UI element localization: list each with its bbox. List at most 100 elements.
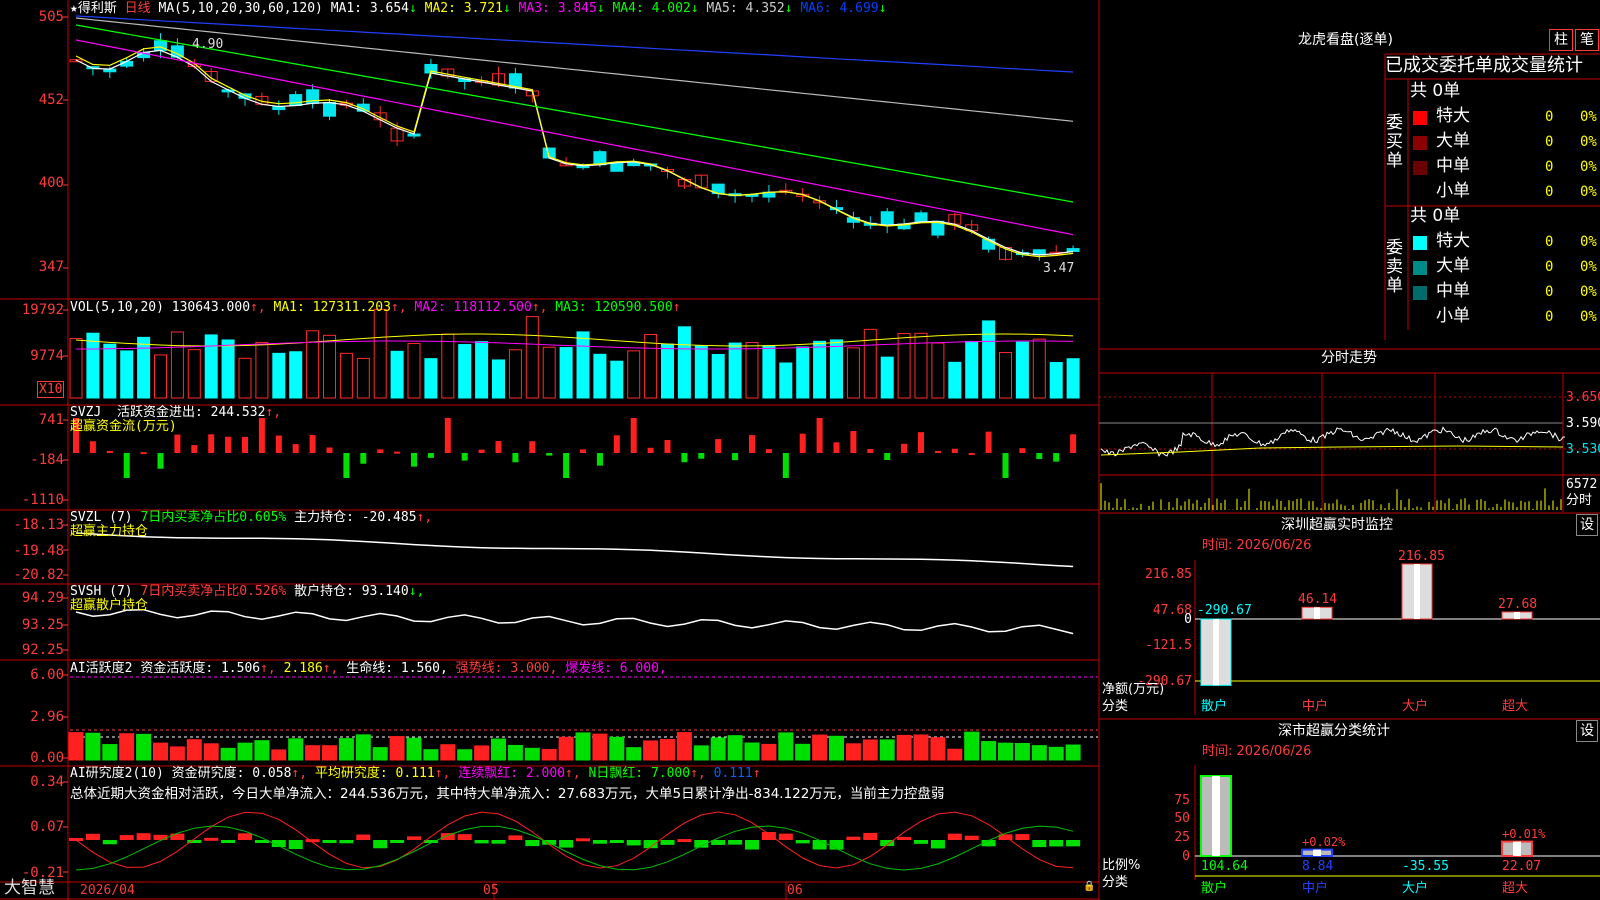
- sz-value-label: 27.68: [1498, 596, 1538, 612]
- sz-category: 大户: [1402, 699, 1429, 714]
- kline-ytick: 505: [38, 9, 64, 25]
- sz-ytick: 0: [1184, 612, 1192, 627]
- lock-icon[interactable]: 🔒: [1083, 882, 1095, 892]
- orderbook-row-pct: 0%: [1580, 259, 1597, 275]
- sz-category: 散户: [1201, 699, 1228, 714]
- ai1-header: AI活跃度2 资金活跃度: 1.506↑, 2.186↑, 生命线: 1.560…: [70, 661, 667, 676]
- st-value-label: 22.07: [1502, 859, 1542, 874]
- sz-value-label: 216.85: [1398, 549, 1445, 564]
- ai2-header: AI研究度2(10) 资金研究度: 0.058↑, 平均研究度: 0.111↑,…: [70, 766, 761, 781]
- svsh-ytick: 93.25: [21, 617, 64, 633]
- svzl-subtitle: 超赢主力持仓: [70, 524, 149, 539]
- sz-stats-time: 时间: 2026/06/26: [1202, 744, 1312, 759]
- ma-value: MA5: 4.352: [698, 1, 785, 16]
- intraday-ytick: 3.650: [1566, 390, 1600, 405]
- sz-monitor-unit: 净额(万元): [1102, 682, 1165, 697]
- ai2-summary: 总体近期大资金相对活跃，今日大单净流入：244.536万元，其中特大单净流入：2…: [70, 786, 945, 802]
- st-ytick: 25: [1174, 830, 1190, 845]
- orderbook-row-pct: 0%: [1580, 309, 1597, 325]
- xaxis-label: 06: [787, 883, 803, 898]
- sz-bar-highlight: [1213, 619, 1219, 686]
- orderbook-row-name: 特大: [1436, 106, 1470, 126]
- sell-total: 共 0单: [1410, 206, 1461, 226]
- svsh-header: SVSH (7) 7日内买卖净占比0.526% 散户持仓: 93.140↓,: [70, 584, 425, 599]
- svzl-ytick: -20.82: [13, 567, 64, 583]
- svzj-header: SVZJ 活跃资金进出: 244.532↑,: [70, 405, 282, 420]
- sz-stats-cat-label: 分类: [1102, 875, 1129, 890]
- orderbook-row-volume: 0: [1545, 284, 1554, 300]
- legend-swatch: [1413, 136, 1427, 150]
- orderbook-row-name: 中单: [1436, 156, 1470, 176]
- orderbook-row-pct: 0%: [1580, 109, 1597, 125]
- sz-stats-settings-button[interactable]: 设: [1576, 720, 1598, 742]
- orderbook-title: 已成交委托单成交量统计: [1385, 55, 1583, 76]
- sz-bar-highlight: [1514, 611, 1520, 619]
- period-label[interactable]: 日线: [125, 1, 151, 16]
- ai2-ytick: 0.34: [30, 774, 64, 790]
- sz-ytick: 216.85: [1145, 567, 1192, 582]
- ma-value: MA1: 3.654: [330, 1, 409, 16]
- ai1-ytick: 0.00: [30, 750, 64, 766]
- st-pct-label: +0.02%: [1302, 834, 1346, 849]
- ai2-ytick: 0.07: [30, 819, 64, 835]
- st-category: 中户: [1302, 881, 1329, 896]
- orderbook-row-pct: 0%: [1580, 284, 1597, 300]
- svzj-ytick: -184: [30, 452, 64, 468]
- buy-total: 共 0单: [1410, 81, 1461, 101]
- app-logo[interactable]: 大智慧: [4, 880, 55, 897]
- sz-value-label: -290.67: [1197, 603, 1252, 618]
- st-category: 大户: [1402, 881, 1429, 896]
- intraday-ytick: 3.590: [1566, 416, 1600, 431]
- sz-value-label: 46.14: [1298, 592, 1338, 608]
- legend-swatch: [1413, 161, 1427, 175]
- st-bar-highlight: [1212, 776, 1220, 856]
- ai1-ytick: 6.00: [30, 667, 64, 683]
- svsh-ytick: 92.25: [21, 642, 64, 658]
- ma-value: MA2: 3.721: [416, 1, 503, 16]
- ma-values: MA1: 3.654↓ MA2: 3.721↓ MA3: 3.845↓ MA4:…: [330, 1, 887, 16]
- sz-stats-title: 深市超赢分类统计: [1278, 723, 1390, 739]
- legend-swatch: [1413, 236, 1427, 250]
- kline-ytick: 400: [38, 175, 64, 191]
- legend-swatch: [1413, 261, 1427, 275]
- orderbook-row-volume: 0: [1545, 259, 1554, 275]
- intraday-vol-unit: 分时: [1566, 493, 1593, 508]
- svzl-ytick: -19.48: [13, 543, 64, 559]
- st-value-label: 104.64: [1201, 859, 1248, 874]
- sz-monitor-settings-button[interactable]: 设: [1576, 514, 1598, 536]
- st-value-label: 8.84: [1302, 859, 1334, 874]
- st-bar-highlight: [1513, 841, 1521, 856]
- stock-name[interactable]: ★得利斯: [70, 1, 117, 16]
- ma-value: MA4: 4.002: [604, 1, 691, 16]
- sz-category: 超大: [1502, 699, 1529, 714]
- legend-swatch: [1413, 111, 1427, 125]
- svsh-ytick: 94.29: [21, 590, 64, 606]
- ma-params: MA(5,10,20,30,60,120): [158, 1, 323, 16]
- st-category: 超大: [1502, 881, 1529, 896]
- st-ytick: 50: [1174, 811, 1190, 826]
- bar-mode-button[interactable]: 柱: [1549, 29, 1573, 51]
- vol-ytick: 9774: [30, 348, 64, 364]
- orderbook-row-volume: 0: [1545, 309, 1554, 325]
- xaxis-label: 2026/04: [80, 883, 135, 898]
- buy-label: 委买单: [1386, 113, 1403, 171]
- intraday-ytick: 3.530: [1566, 442, 1600, 457]
- sz-bar-highlight: [1314, 607, 1320, 619]
- sz-stats-unit: 比例%: [1102, 858, 1141, 873]
- intraday-title: 分时走势: [1321, 350, 1377, 366]
- kline-ytick: 452: [38, 92, 64, 108]
- orderbook-row-name: 大单: [1436, 256, 1470, 276]
- orderbook-row-name: 小单: [1436, 181, 1470, 201]
- orderbook-row-pct: 0%: [1580, 234, 1597, 250]
- vol-ytick: 19792: [21, 302, 64, 318]
- orderbook-row-name: 大单: [1436, 131, 1470, 151]
- svzl-header: SVZL (7) 7日内买卖净占比0.605% 主力持仓: -20.485↑,: [70, 510, 433, 525]
- xaxis-label: 05: [483, 883, 499, 898]
- svzl-ytick: -18.13: [13, 517, 64, 533]
- st-category: 散户: [1201, 881, 1228, 896]
- vol-header: VOL(5,10,20) 130643.000↑, MA1: 127311.20…: [70, 300, 681, 315]
- svzj-subtitle: 超赢资金流(万元): [70, 419, 177, 434]
- st-value-label: -35.55: [1402, 859, 1449, 874]
- sell-label: 委卖单: [1386, 238, 1403, 296]
- tick-mode-button[interactable]: 笔: [1575, 29, 1599, 51]
